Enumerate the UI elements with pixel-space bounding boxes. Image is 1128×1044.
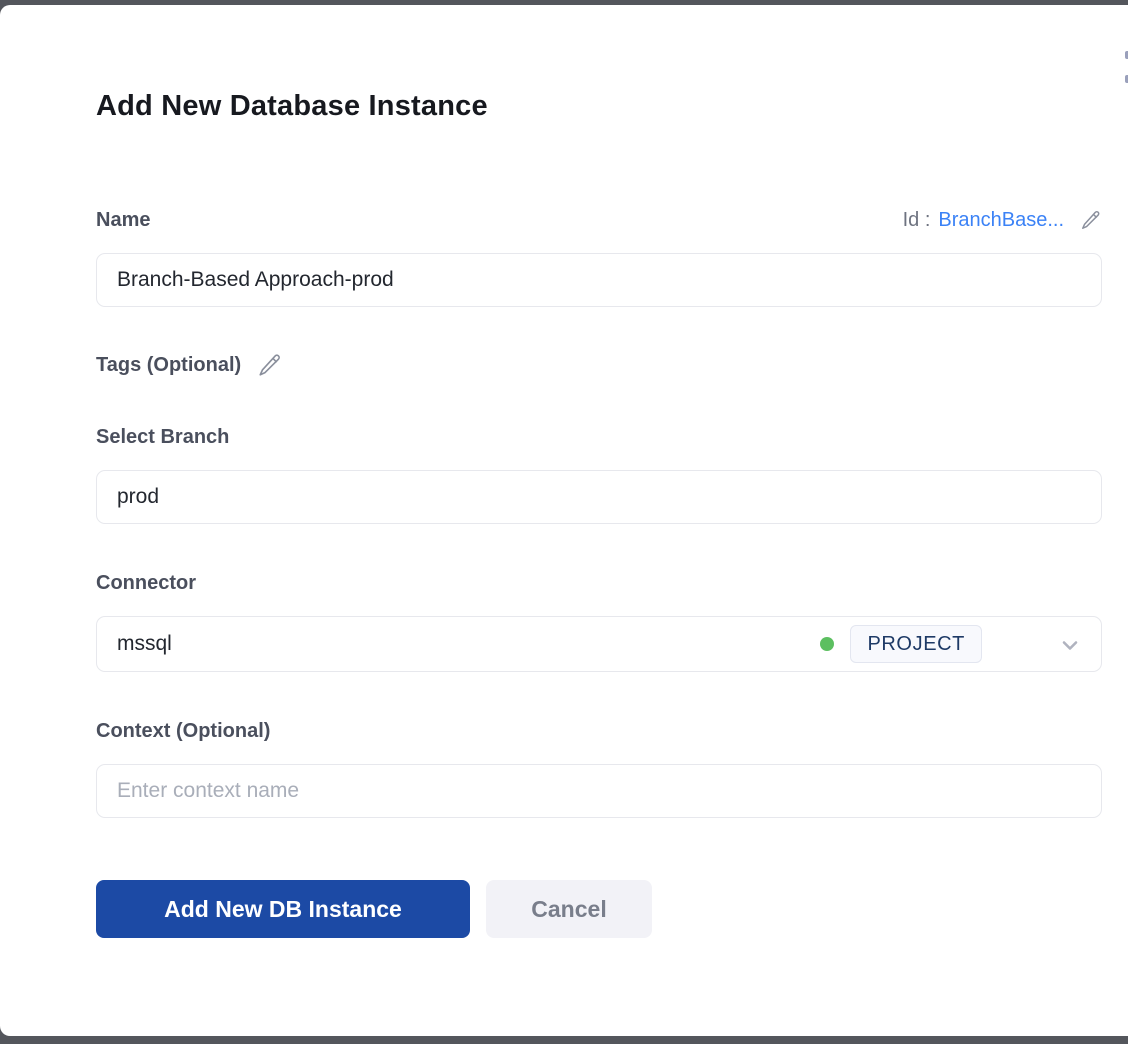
instance-id-group: Id : BranchBase... — [903, 209, 1102, 232]
branch-label: Select Branch — [96, 424, 1102, 450]
chevron-down-icon[interactable] — [1058, 633, 1082, 662]
modal-title: Add New Database Instance — [96, 89, 1102, 123]
action-button-row: Add New DB Instance Cancel — [96, 880, 1102, 938]
id-prefix-label: Id : — [903, 209, 931, 232]
name-input[interactable] — [96, 253, 1102, 307]
connector-label: Connector — [96, 570, 1102, 596]
cancel-button[interactable]: Cancel — [486, 880, 652, 938]
name-label-row: Name Id : BranchBase... — [96, 207, 1102, 233]
instance-id-link[interactable]: BranchBase... — [938, 209, 1064, 232]
add-db-instance-modal: Add New Database Instance Name Id : Bran… — [0, 5, 1128, 1036]
project-scope-badge: PROJECT — [850, 625, 982, 663]
tags-row: Tags (Optional) — [96, 352, 1102, 378]
edit-tags-icon[interactable] — [257, 352, 283, 378]
add-db-instance-button[interactable]: Add New DB Instance — [96, 880, 470, 938]
connector-select[interactable]: PROJECT — [96, 616, 1102, 672]
branch-input[interactable] — [96, 470, 1102, 524]
tags-label: Tags (Optional) — [96, 352, 241, 378]
connector-status-dot — [820, 637, 834, 651]
name-label: Name — [96, 207, 150, 233]
context-label: Context (Optional) — [96, 718, 1102, 744]
context-input[interactable] — [96, 764, 1102, 818]
edit-id-icon[interactable] — [1080, 209, 1102, 231]
